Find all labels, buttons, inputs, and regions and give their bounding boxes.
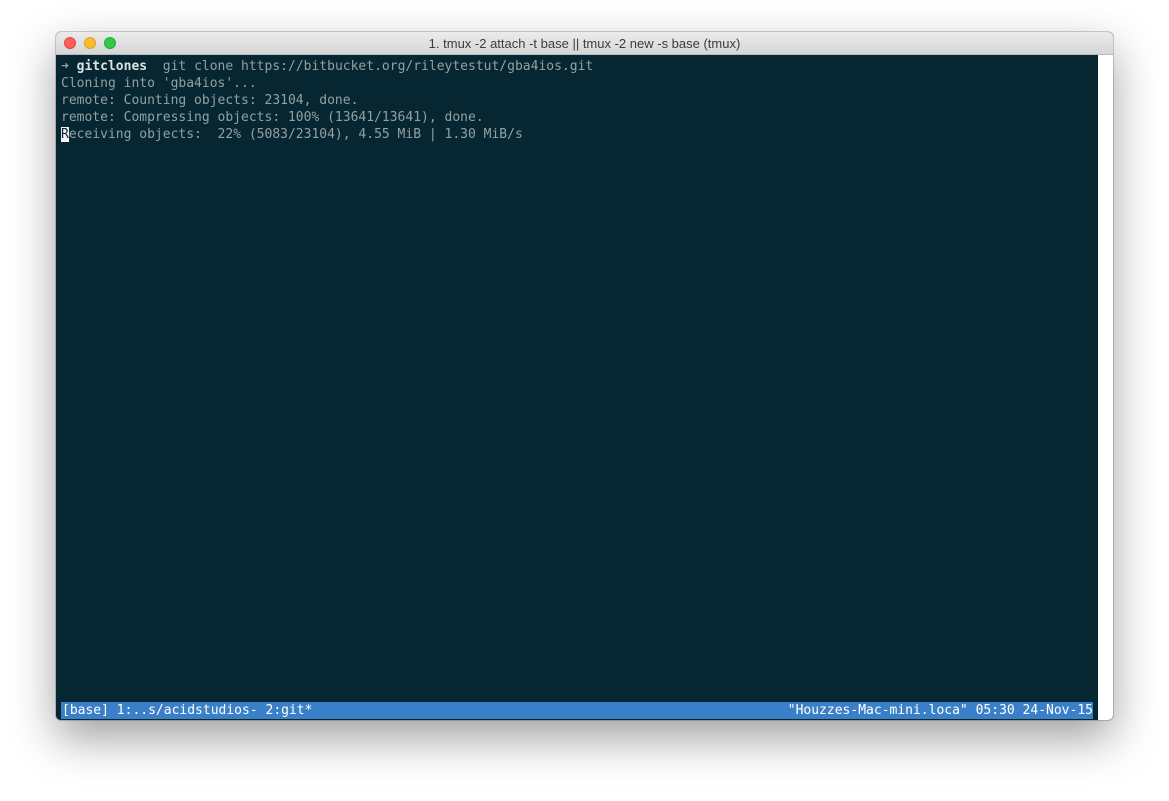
output-line: Cloning into 'gba4ios'...: [61, 76, 257, 91]
progress-text: eceiving objects: 22% (5083/23104), 4.55…: [68, 127, 523, 142]
text-cursor: R: [61, 127, 69, 142]
command-text: git clone https://bitbucket.org/rileytes…: [162, 59, 594, 74]
progress-line: Receiving objects: 22% (5083/23104), 4.5…: [61, 126, 523, 143]
terminal-window: 1. tmux -2 attach -t base || tmux -2 new…: [56, 32, 1113, 720]
scrollbar-track[interactable]: [1098, 55, 1113, 720]
status-right-host-time: "Houzzes-Mac-mini.loca" 05:30 24-Nov-15: [787, 703, 1093, 718]
terminal-content[interactable]: ➜ gitclones git clone https://bitbucket.…: [56, 55, 1098, 720]
window-title: 1. tmux -2 attach -t base || tmux -2 new…: [428, 36, 741, 51]
prompt-directory: gitclones: [76, 59, 148, 74]
prompt-arrow-icon: ➜: [61, 59, 69, 74]
tmux-status-bar: [base] 1:..s/acidstudios- 2:git* "Houzze…: [61, 702, 1093, 719]
title-bar[interactable]: 1. tmux -2 attach -t base || tmux -2 new…: [56, 32, 1113, 55]
prompt-line: ➜ gitclones git clone https://bitbucket.…: [61, 58, 593, 75]
output-line: remote: Counting objects: 23104, done.: [61, 93, 359, 108]
status-left-windows[interactable]: [base] 1:..s/acidstudios- 2:git*: [62, 702, 312, 719]
output-line: remote: Compressing objects: 100% (13641…: [61, 110, 484, 125]
